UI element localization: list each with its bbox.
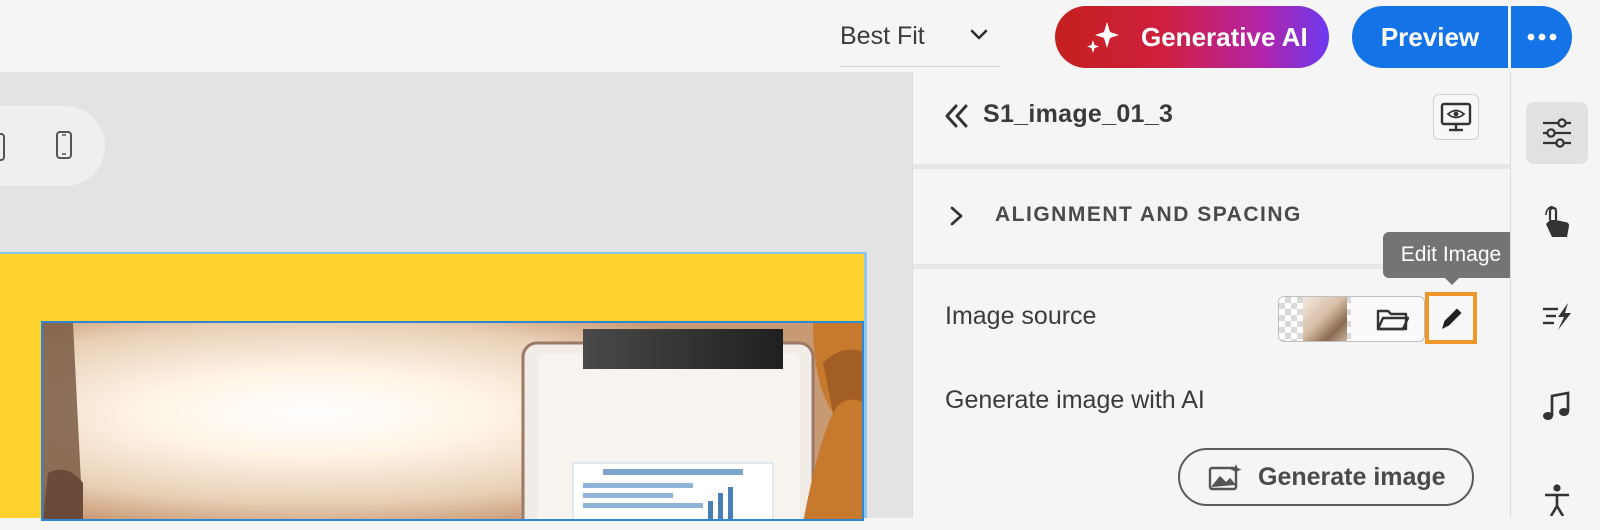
- preview-object-button[interactable]: [1433, 94, 1479, 140]
- generative-ai-label: Generative AI: [1141, 22, 1308, 52]
- generative-ai-button[interactable]: Generative AI: [1055, 6, 1329, 68]
- thumbnail-photo: [1303, 297, 1347, 341]
- more-options-button[interactable]: [1511, 6, 1572, 68]
- interaction-touch-icon: [1545, 206, 1569, 237]
- sparkle-icon: [1087, 22, 1119, 53]
- section-label: ALIGNMENT AND SPACING: [995, 203, 1302, 226]
- generate-image-button[interactable]: Generate image: [1178, 448, 1474, 506]
- slide-canvas[interactable]: [0, 72, 912, 521]
- chevron-right-icon: [950, 206, 963, 226]
- selected-image-element[interactable]: [41, 321, 864, 521]
- rail-interaction-button[interactable]: [1526, 192, 1588, 254]
- accessibility-icon: [1545, 484, 1569, 516]
- panel-title: S1_image_01_3: [983, 100, 1174, 128]
- device-preview-toolbar: [0, 106, 105, 186]
- generate-image-label: Generate image: [1258, 463, 1446, 491]
- audio-icon: [1543, 391, 1570, 420]
- rail-audio-button[interactable]: [1526, 376, 1588, 438]
- image-source-control: [1278, 296, 1425, 342]
- folder-icon[interactable]: [1375, 305, 1409, 333]
- edit-image-tooltip: Edit Image: [1383, 232, 1519, 285]
- edit-image-button[interactable]: [1425, 292, 1477, 344]
- phone-icon[interactable]: [54, 130, 74, 160]
- preview-label: Preview: [1380, 22, 1480, 52]
- ellipsis-icon: [1527, 33, 1557, 41]
- right-icon-rail: [1510, 72, 1600, 518]
- properties-panel: S1_image_01_3 ALIGNMENT AND SPACING Imag…: [912, 72, 1519, 518]
- double-chevron-left-icon[interactable]: [943, 102, 971, 130]
- rail-accessibility-button[interactable]: [1526, 468, 1588, 530]
- effects-icon: [1543, 303, 1571, 330]
- monitor-eye-icon: [1440, 102, 1472, 132]
- tablet-icon[interactable]: [0, 132, 8, 162]
- chevron-down-icon: [970, 29, 988, 40]
- image-sparkle-icon: [1208, 464, 1242, 491]
- image-thumbnail[interactable]: [1279, 297, 1351, 341]
- panel-header: S1_image_01_3: [913, 72, 1511, 169]
- zoom-dropdown[interactable]: Best Fit: [840, 16, 1000, 67]
- properties-sliders-icon: [1543, 118, 1571, 148]
- tooltip-text: Edit Image: [1400, 243, 1502, 266]
- preview-button[interactable]: Preview: [1352, 6, 1508, 68]
- image-source-label: Image source: [945, 302, 1097, 330]
- slide[interactable]: [0, 252, 867, 521]
- rail-effects-button[interactable]: [1526, 285, 1588, 347]
- pencil-icon: [1442, 308, 1462, 329]
- office-photo: [43, 323, 862, 519]
- zoom-value: Best Fit: [840, 22, 925, 50]
- tooltip-tail: [1445, 278, 1459, 285]
- top-toolbar: Best Fit Generative AI Preview: [0, 0, 1600, 72]
- rail-properties-button[interactable]: [1526, 102, 1588, 164]
- generate-with-ai-label: Generate image with AI: [945, 386, 1205, 414]
